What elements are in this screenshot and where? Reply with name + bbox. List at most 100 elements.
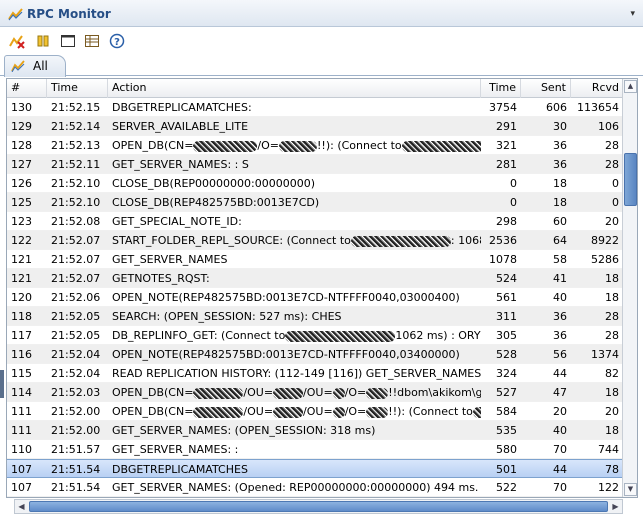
view-title: RPC Monitor [27, 7, 111, 21]
action-text: : 1068 [450, 234, 481, 247]
cell-action: GET_SPECIAL_NOTE_ID: [108, 212, 481, 231]
scroll-up-arrow-icon[interactable]: ▲ [624, 80, 637, 93]
table-row[interactable]: 120 21:52.06 OPEN_NOTE(REP482575BD:0013E7C… [7, 288, 623, 307]
table-row[interactable]: 118 21:52.05 SEARCH: (OPEN_SESSION: 527 ms… [7, 307, 623, 326]
table-row[interactable]: 128 21:52.13 OPEN_DB(CN= /O= !!): (Connect t… [7, 136, 623, 155]
table-row[interactable]: 115 21:52.04 READ REPLICATION HISTORY: (11… [7, 364, 623, 383]
redacted-text [350, 235, 451, 247]
table-icon[interactable] [84, 33, 100, 49]
table-row[interactable]: 123 21:52.08 GET_SPECIAL_NOTE_ID: 298 60 20 [7, 212, 623, 231]
cell-number: 110 [11, 443, 32, 456]
cell-number: 111 [11, 424, 32, 437]
cell-number: 122 [11, 234, 32, 247]
table-row[interactable]: 125 21:52.10 CLOSE_DB(REP482575BD:0013E7CD… [7, 193, 623, 212]
cell-rcvd: 78 [605, 463, 619, 476]
scroll-left-arrow-icon[interactable]: ◀ [15, 500, 28, 513]
column-header-sent[interactable]: Sent [521, 79, 571, 98]
action-text: GET_SERVER_NAMES: : [112, 443, 239, 456]
action-text: /O= [344, 386, 367, 399]
action-text: SERVER_AVAILABLE_LITE [112, 120, 249, 133]
help-icon[interactable]: ? [109, 33, 125, 49]
cell-action: GET_SERVER_NAMES: (Opened: REP00000000:0… [108, 478, 481, 497]
vertical-scrollbar[interactable]: ▲ ▼ [622, 79, 637, 497]
cell-rcvd: 0 [612, 177, 619, 190]
column-header-number[interactable]: # [7, 79, 47, 98]
side-resize-handle[interactable] [0, 370, 4, 398]
horizontal-scrollbar[interactable]: ◀ ▶ [14, 499, 623, 514]
cell-sent: 64 [553, 234, 567, 247]
column-header-duration[interactable]: Time [481, 79, 521, 98]
clear-log-icon[interactable] [9, 33, 25, 49]
cell-number: 123 [11, 215, 32, 228]
cell-duration: 527 [496, 386, 517, 399]
table-row[interactable]: 111 21:52.00 GET_SERVER_NAMES: (OPEN_SESSI… [7, 421, 623, 440]
cell-duration: 324 [496, 367, 517, 380]
table-row[interactable]: 111 21:52.00 OPEN_DB(CN= /OU= /OU= /O= !!): (C… [7, 402, 623, 421]
cell-time: 21:52.04 [51, 348, 101, 361]
cell-time: 21:51.54 [51, 481, 101, 494]
action-text: /OU= [243, 405, 274, 418]
table-row[interactable]: 107 21:51.54 GET_SERVER_NAMES: (Opened: RE… [7, 478, 623, 497]
cell-duration: 524 [496, 272, 517, 285]
table-row[interactable]: 130 21:52.15 DBGETREPLICAMATCHES: 3754 606 11… [7, 98, 623, 117]
cell-sent: 47 [553, 386, 567, 399]
action-text: !!): (Connect to [388, 405, 473, 418]
cell-rcvd: 28 [605, 329, 619, 342]
scroll-down-arrow-icon[interactable]: ▼ [624, 483, 637, 496]
tab-all[interactable]: All [4, 55, 66, 77]
column-header-rcvd[interactable]: Rcvd [571, 79, 623, 98]
action-text: GET_SERVER_NAMES: (OPEN_SESSION: 318 ms) [112, 424, 376, 437]
cell-sent: 70 [553, 443, 567, 456]
cell-rcvd: 18 [605, 272, 619, 285]
action-text: CLOSE_DB(REP482575BD:0013E7CD) [112, 196, 320, 209]
action-text: OPEN_NOTE(REP482575BD:0013E7CD-NTFFFF004… [112, 291, 460, 304]
cell-time: 21:52.11 [51, 158, 101, 171]
pause-icon[interactable] [35, 33, 51, 49]
cell-sent: 36 [553, 329, 567, 342]
cell-duration: 522 [496, 481, 517, 494]
table-header: # Time Action Time Sent Rcvd [7, 79, 623, 98]
action-text: GET_SPECIAL_NOTE_ID: [112, 215, 242, 228]
view-menu-icon[interactable]: ▾ [630, 9, 635, 19]
cell-action: OPEN_DB(CN= /OU= /OU= /O= !!): (Connect to [108, 402, 481, 421]
table-row[interactable]: 126 21:52.10 CLOSE_DB(REP00000000:00000000… [7, 174, 623, 193]
table-row[interactable]: 122 21:52.07 START_FOLDER_REPL_SOURCE: (Co… [7, 231, 623, 250]
cell-rcvd: 28 [605, 158, 619, 171]
horizontal-scroll-thumb[interactable] [29, 501, 608, 512]
cell-sent: 36 [553, 310, 567, 323]
table-row[interactable]: 114 21:52.03 OPEN_DB(CN= /OU= /OU= /O= !!dbom\… [7, 383, 623, 402]
cell-sent: 41 [553, 272, 567, 285]
table-row[interactable]: 116 21:52.04 OPEN_NOTE(REP482575BD:0013E7C… [7, 345, 623, 364]
action-text: GET_SERVER_NAMES: : S [112, 158, 249, 171]
cell-duration: 501 [496, 463, 517, 476]
table-row[interactable]: 117 21:52.05 DB_REPLINFO_GET: (Connect to 1… [7, 326, 623, 345]
action-text: OPEN_DB(CN= [112, 139, 194, 152]
table-row[interactable]: 121 21:52.07 GETNOTES_RQST: 524 41 18 [7, 269, 623, 288]
scroll-right-arrow-icon[interactable]: ▶ [609, 500, 622, 513]
cell-time: 21:51.57 [51, 443, 101, 456]
cell-action: DBGETREPLICAMATCHES [108, 460, 481, 479]
cell-number: 127 [11, 158, 32, 171]
table-row[interactable]: 110 21:51.57 GET_SERVER_NAMES: : 580 70 744 [7, 440, 623, 459]
column-header-action[interactable]: Action [108, 79, 481, 98]
table-row[interactable]: 129 21:52.14 SERVER_AVAILABLE_LITE 291 30 106 [7, 117, 623, 136]
redacted-text [366, 387, 389, 399]
cell-action: CLOSE_DB(REP00000000:00000000) [108, 174, 481, 193]
cell-sent: 606 [546, 101, 567, 114]
cell-action: GET_SERVER_NAMES [108, 250, 481, 269]
window-icon[interactable] [60, 33, 76, 49]
column-header-time[interactable]: Time [47, 79, 108, 98]
cell-rcvd: 0 [612, 196, 619, 209]
table-row[interactable]: 121 21:52.07 GET_SERVER_NAMES 1078 58 5286 [7, 250, 623, 269]
cell-rcvd: 113654 [577, 101, 619, 114]
table-row[interactable]: 127 21:52.11 GET_SERVER_NAMES: : S 281 36 28 [7, 155, 623, 174]
cell-number: 129 [11, 120, 32, 133]
cell-number: 111 [11, 405, 32, 418]
action-text: /OU= [243, 386, 274, 399]
cell-rcvd: 18 [605, 291, 619, 304]
vertical-scroll-thumb[interactable] [624, 153, 637, 206]
table-row-selected[interactable]: 107 21:51.54 DBGETREPLICAMATCHES 501 44 78 [7, 459, 623, 478]
redacted-text [401, 140, 481, 152]
cell-action: SEARCH: (OPEN_SESSION: 527 ms): CHES [108, 307, 481, 326]
action-text: OPEN_DB(CN= [112, 405, 194, 418]
